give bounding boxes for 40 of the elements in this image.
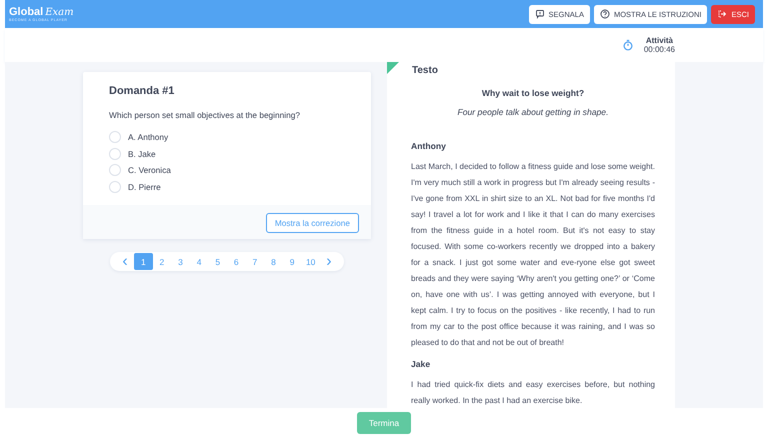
previous-page-button[interactable]: ‹ <box>116 253 134 270</box>
page-button[interactable]: 5 <box>208 253 227 270</box>
page-button[interactable]: 1 <box>134 253 153 270</box>
answer-option[interactable]: D. Pierre <box>128 182 161 192</box>
paragraph: Last March, I decided to follow a fitness guide and lose some weight. I'm very much still a work in progress but I'm already seeing results - I've gone from XXL in shirt size to an XL. Not bad for five months I'd say! I travel a lot for work and I like it that I can do many exercises from the fitness guide in a hotel room. But it's not easy to stay focused. With some co-workers recently we dropped into a bakery for a snack. I just got some water and eve-ryone else got sweet breads and they were saying ‘Why aren't you getting one?’ or ‘Come on, have one with us’. I was getting annoyed with everyone, but I kept calm. I try to focus on the positives - like recently, I had to run from my car to the post office because it was raining, and I was so pleased to do that and not be out of breath! <box>411 161 655 349</box>
radio-button[interactable] <box>109 164 121 176</box>
page-button[interactable]: 6 <box>227 253 246 270</box>
page-button[interactable]: 9 <box>282 253 302 270</box>
text-title: Why wait to lose weight? <box>480 88 586 98</box>
speech-bubble-icon <box>534 9 545 19</box>
timer-label: Attività <box>646 36 673 45</box>
speaker-name: Anthony <box>411 141 447 151</box>
page-button[interactable]: 3 <box>171 253 190 270</box>
page-button[interactable]: 2 <box>152 253 172 270</box>
corner-flag-icon <box>387 62 399 74</box>
page-button[interactable]: 8 <box>264 253 283 270</box>
logo-text: Global <box>9 6 44 18</box>
radio-button[interactable] <box>109 131 121 144</box>
radio-button[interactable] <box>109 180 121 193</box>
logo-script-text: Exam <box>45 7 74 18</box>
panel-heading: Testo <box>412 65 439 76</box>
help-icon <box>600 9 610 19</box>
question-title: Domanda #1 <box>109 85 176 97</box>
exit-icon <box>717 9 728 19</box>
answer-option[interactable]: B. Jake <box>128 148 156 159</box>
page-button[interactable]: 4 <box>190 253 208 270</box>
text-subtitle: Four people talk about getting in shape. <box>456 107 610 117</box>
show-correction-button[interactable]: Mostra la correzione <box>266 213 359 233</box>
stopwatch-icon <box>622 39 634 51</box>
answer-option[interactable]: C. Veronica <box>128 165 171 176</box>
radio-button[interactable] <box>109 148 121 160</box>
timer-value: 00:00:46 <box>644 45 675 54</box>
page-button[interactable]: 7 <box>246 253 264 270</box>
finish-button[interactable]: Termina <box>356 412 412 434</box>
answer-option[interactable]: A. Anthony <box>128 132 168 142</box>
paragraph: I had tried quick-fix diets and easy exercises before, but nothing really worked. In the past I had an exercise bike. <box>411 379 655 407</box>
next-page-button[interactable]: › <box>320 253 338 270</box>
speaker-name: Jake <box>411 359 432 369</box>
question-text: Which person set small objectives at the beginning? <box>109 110 301 120</box>
page-button[interactable]: 10 <box>301 253 320 270</box>
